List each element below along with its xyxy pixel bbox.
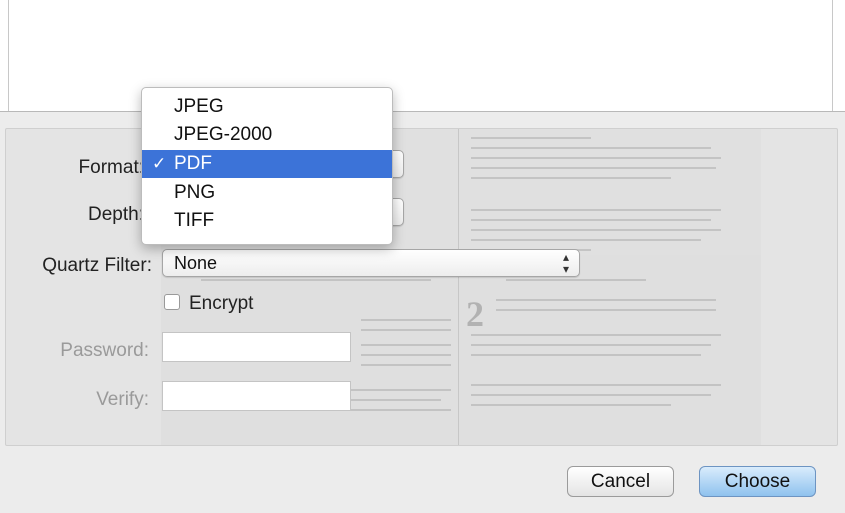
verify-field[interactable] [162,381,351,411]
quartz-filter-label: Quartz Filter: [42,255,152,276]
menu-item-label: TIFF [174,210,215,231]
preview-line [361,329,451,331]
cancel-button[interactable]: Cancel [567,466,674,497]
preview-line [471,404,671,406]
preview-line [471,394,711,396]
popup-arrows-icon: ▴ ▾ [562,250,569,276]
preview-line [361,319,451,321]
encrypt-label: Encrypt [189,293,254,314]
menu-item-label: JPEG [174,96,224,117]
checkmark-icon: ✓ [152,154,167,173]
menu-item-jpeg[interactable]: JPEG [142,93,392,121]
preview-line [471,229,721,231]
preview-line [471,239,701,241]
preview-line [471,137,591,139]
preview-line [506,279,646,281]
preview-line [496,299,716,301]
menu-item-png[interactable]: PNG [142,179,392,207]
preview-line [471,167,716,169]
preview-line [496,309,716,311]
pane-left-border [8,0,9,111]
preview-line [471,157,721,159]
preview-column-divider [458,129,459,445]
preview-line [471,344,711,346]
menu-item-pdf[interactable]: ✓ PDF [142,150,392,178]
menu-item-label: JPEG-2000 [174,124,273,145]
format-dropdown-menu: JPEG JPEG-2000 ✓ PDF PNG TIFF [141,87,393,245]
preview-line [471,209,721,211]
preview-line [361,364,451,366]
preview-line [471,334,721,336]
preview-line [471,219,711,221]
preview-line [471,147,711,149]
menu-item-label: PNG [174,182,216,203]
preview-line [471,354,701,356]
top-blank-pane [0,0,845,112]
password-field[interactable] [162,332,351,362]
quartz-filter-popup[interactable]: None ▴ ▾ [162,249,580,277]
preview-line [471,177,671,179]
preview-line [361,354,451,356]
password-label: Password: [60,340,149,361]
preview-line [471,384,721,386]
menu-item-jpeg-2000[interactable]: JPEG-2000 [142,121,392,149]
preview-line [201,279,431,281]
depth-label: Depth: [88,204,144,225]
quartz-filter-value: None [174,253,218,273]
menu-item-tiff[interactable]: TIFF [142,207,392,235]
format-label: Format: [78,157,144,178]
menu-item-label: PDF [174,153,212,174]
preview-section-number: 2 [466,294,484,334]
pane-right-border [832,0,833,111]
preview-line [361,344,451,346]
verify-label: Verify: [96,389,149,410]
encrypt-checkbox[interactable] [164,294,180,310]
choose-button[interactable]: Choose [699,466,816,497]
